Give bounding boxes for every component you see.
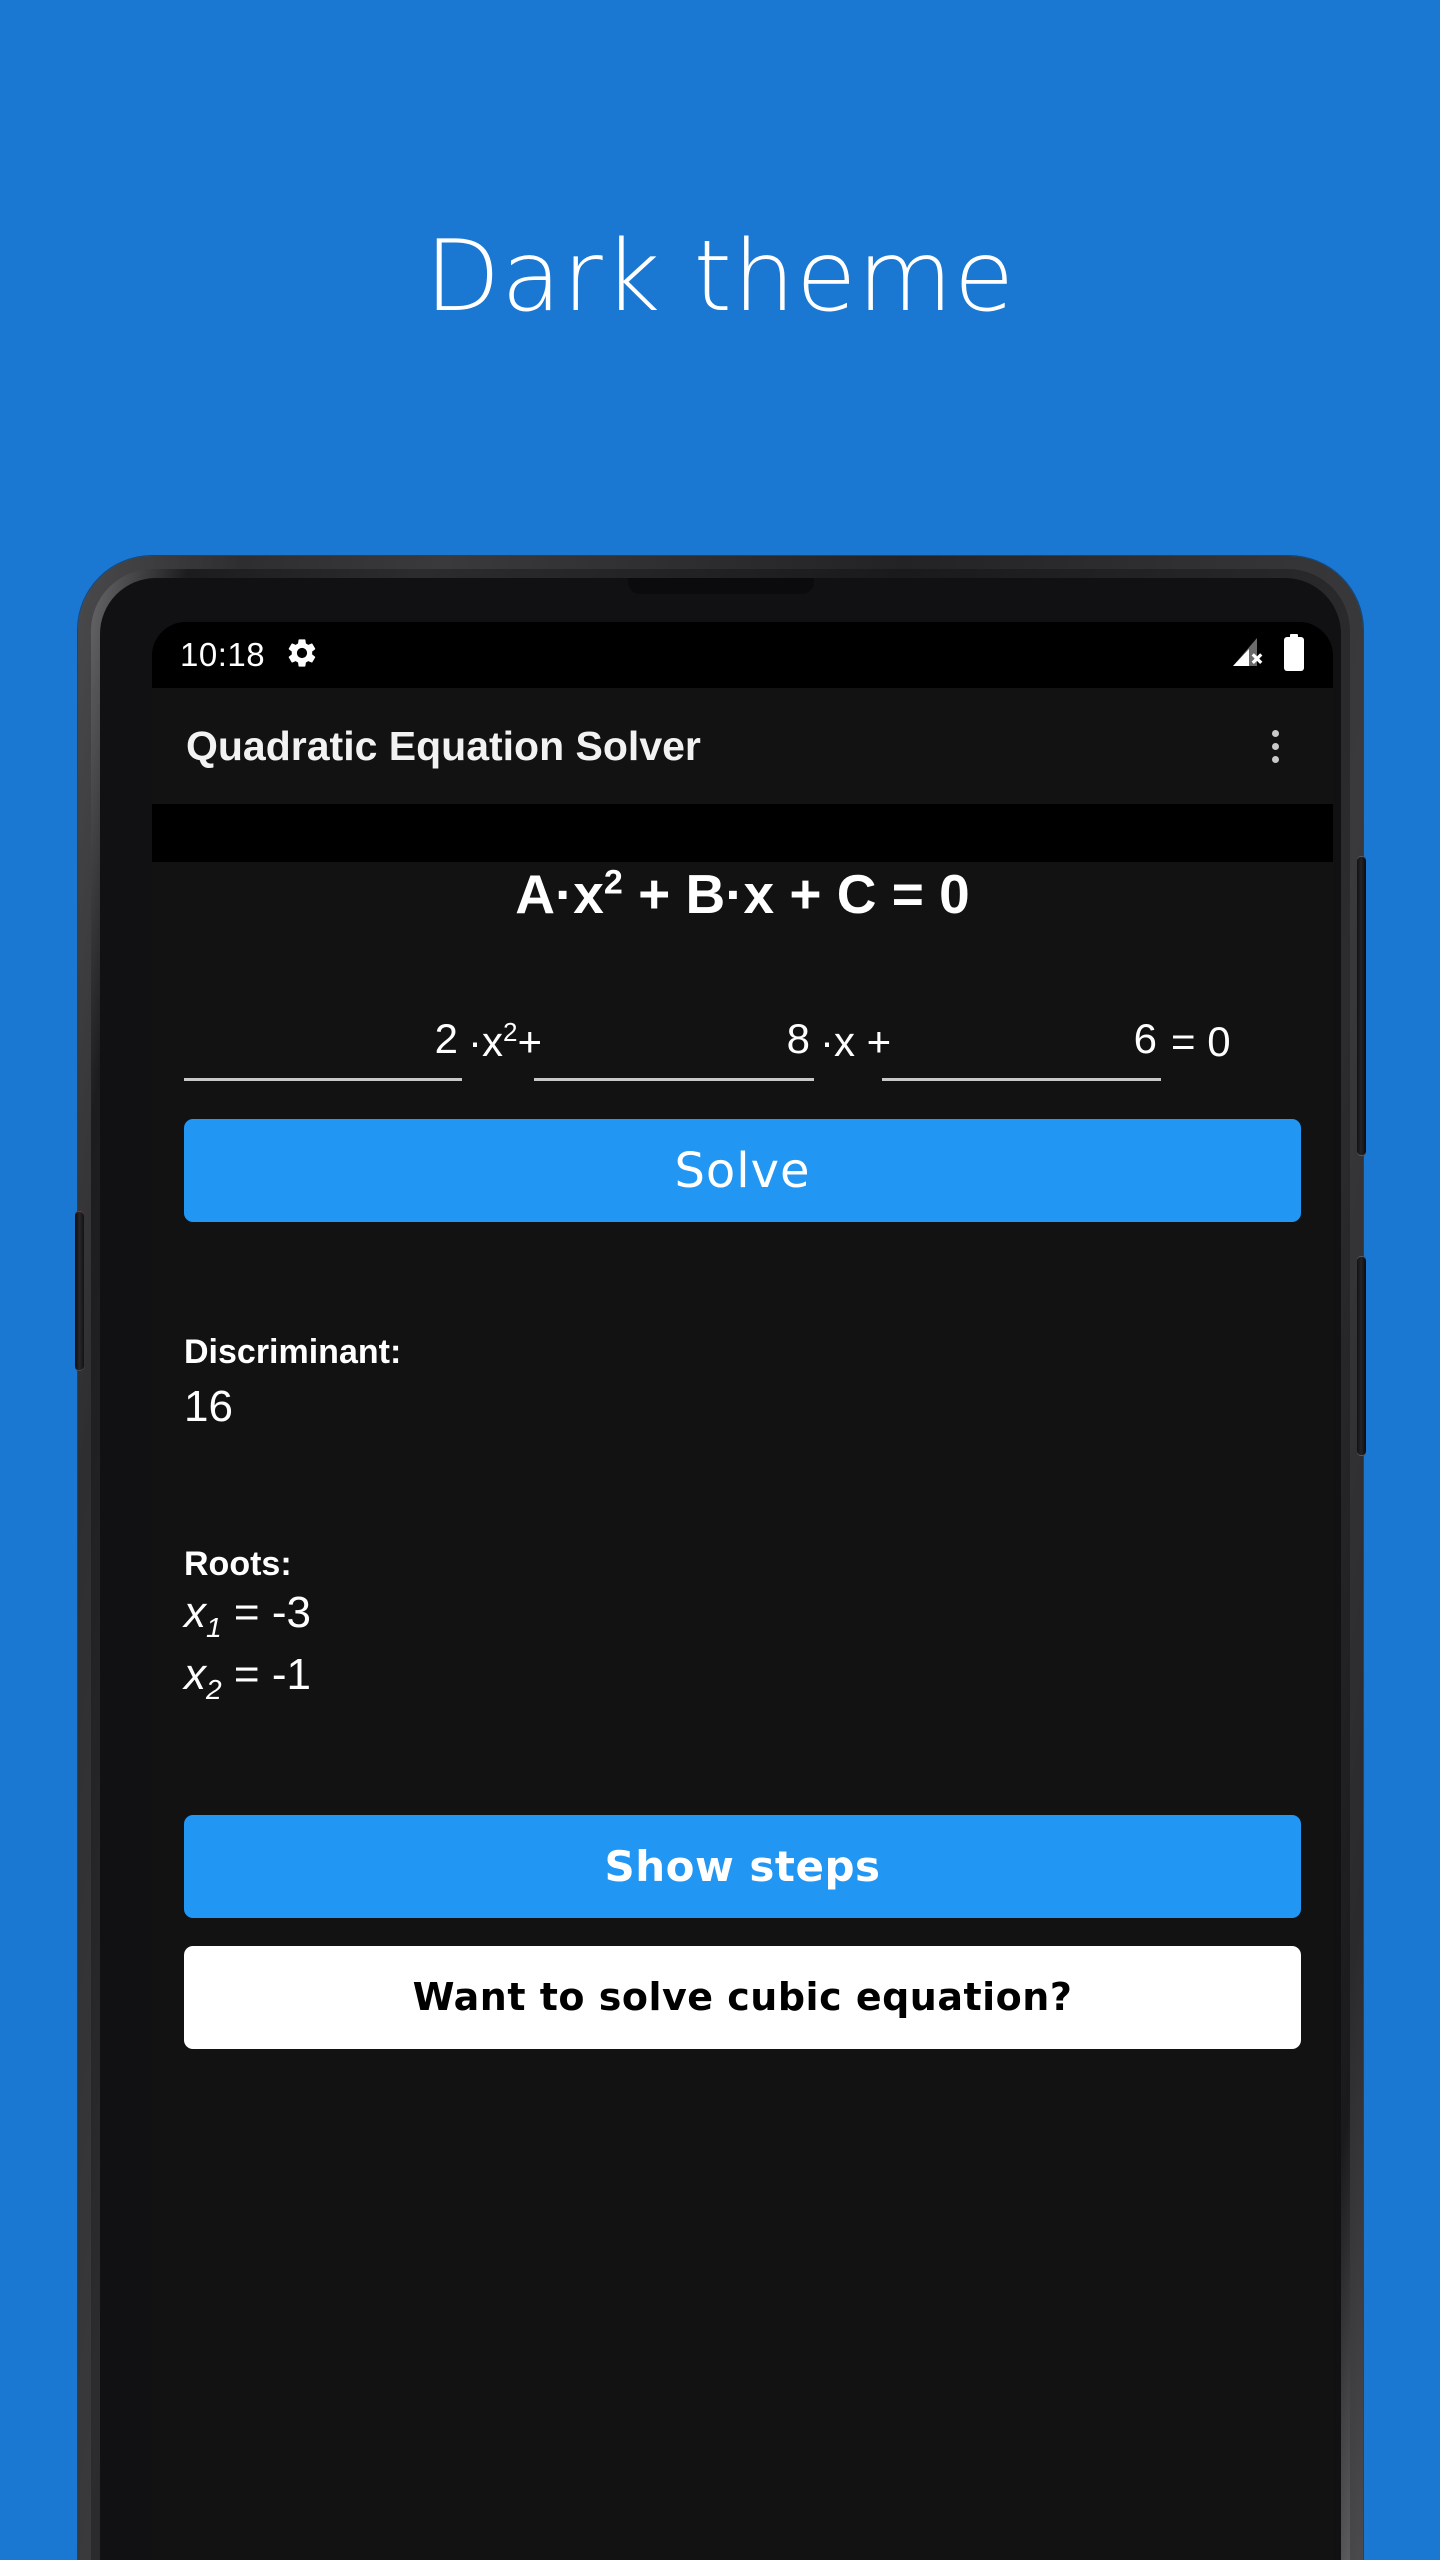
app-bar-title: Quadratic Equation Solver — [186, 722, 701, 769]
gear-icon — [285, 636, 319, 675]
root-2-subscript: 2 — [206, 1673, 222, 1705]
coefficient-b-suffix: ·x + — [820, 1018, 892, 1065]
suffix-a-exponent: 2 — [503, 1017, 518, 1047]
formula-exponent: 2 — [603, 863, 623, 902]
coefficient-b-underline — [534, 1078, 814, 1081]
root-2: x2 = -1 — [184, 1646, 1301, 1708]
root-2-equals: = -1 — [221, 1650, 311, 1700]
phone-bezel: 10:18 Quadratic Equation Solver A·x2 + B… — [100, 578, 1341, 2560]
app-bar: Quadratic Equation Solver — [152, 688, 1333, 804]
root-1-equals: = -3 — [221, 1587, 311, 1637]
roots-label: Roots: — [184, 1545, 292, 1584]
power-button[interactable] — [1357, 1256, 1366, 1456]
coefficient-input-row: 2 ·x2+ 8 ·x + 6 = 0 — [184, 1018, 1301, 1081]
app-content: A·x2 + B·x + C = 0 2 ·x2+ 8 ·x + 6 = 0 S… — [152, 862, 1333, 2560]
suffix-a-text: ·x — [468, 1018, 503, 1065]
volume-button[interactable] — [1357, 856, 1366, 1156]
overflow-dot — [1271, 742, 1279, 750]
coefficient-a-field[interactable]: 2 — [184, 1018, 462, 1081]
root-2-variable: x — [184, 1650, 206, 1700]
status-bar: 10:18 — [152, 622, 1333, 688]
bottom-actions: Show steps Want to solve cubic equation? — [184, 1814, 1301, 2049]
coefficient-c-field[interactable]: 6 — [882, 1018, 1161, 1081]
roots-section: Roots: x1 = -3 x2 = -1 — [184, 1545, 1301, 1708]
coefficient-a-suffix: ·x2+ — [462, 1017, 542, 1081]
cubic-equation-button[interactable]: Want to solve cubic equation? — [184, 1945, 1301, 2049]
coefficient-c-underline — [882, 1078, 1161, 1081]
root-1-variable: x — [184, 1587, 206, 1637]
status-bar-left: 10:18 — [180, 636, 319, 675]
show-steps-button[interactable]: Show steps — [184, 1814, 1301, 1918]
coefficient-a-value[interactable]: 2 — [184, 1018, 462, 1078]
solve-button[interactable]: Solve — [184, 1119, 1301, 1222]
coefficient-b-field[interactable]: 8 — [534, 1018, 814, 1081]
discriminant-section: Discriminant: 16 — [184, 1333, 1301, 1434]
formula-part-2: + B·x + C = 0 — [622, 863, 970, 925]
discriminant-value: 16 — [184, 1382, 233, 1432]
coefficient-b-value[interactable]: 8 — [534, 1018, 814, 1078]
overflow-dot — [1271, 729, 1279, 737]
discriminant-label: Discriminant: — [184, 1333, 402, 1371]
equation-formula-label: A·x2 + B·x + C = 0 — [184, 862, 1301, 926]
page-title: Dark theme — [424, 220, 1016, 334]
coefficient-a-underline — [184, 1078, 462, 1081]
overflow-dot — [1271, 755, 1279, 763]
coefficient-c-value[interactable]: 6 — [882, 1018, 1161, 1078]
assistant-button[interactable] — [75, 1211, 84, 1371]
root-1-subscript: 1 — [206, 1611, 222, 1643]
phone-mockup: 10:18 Quadratic Equation Solver A·x2 + B… — [75, 556, 1366, 2560]
battery-full-icon — [1283, 633, 1305, 677]
overflow-menu-icon[interactable] — [1247, 718, 1303, 774]
status-bar-clock: 10:18 — [180, 636, 266, 673]
root-1: x1 = -3 — [184, 1584, 1301, 1646]
signal-no-sim-icon — [1231, 636, 1269, 675]
coefficient-c-suffix: = 0 — [1171, 1018, 1231, 1065]
formula-part-1: A·x — [515, 863, 604, 925]
phone-screen: 10:18 Quadratic Equation Solver A·x2 + B… — [152, 622, 1333, 2560]
earpiece-notch — [627, 578, 814, 594]
status-bar-right — [1231, 633, 1305, 677]
